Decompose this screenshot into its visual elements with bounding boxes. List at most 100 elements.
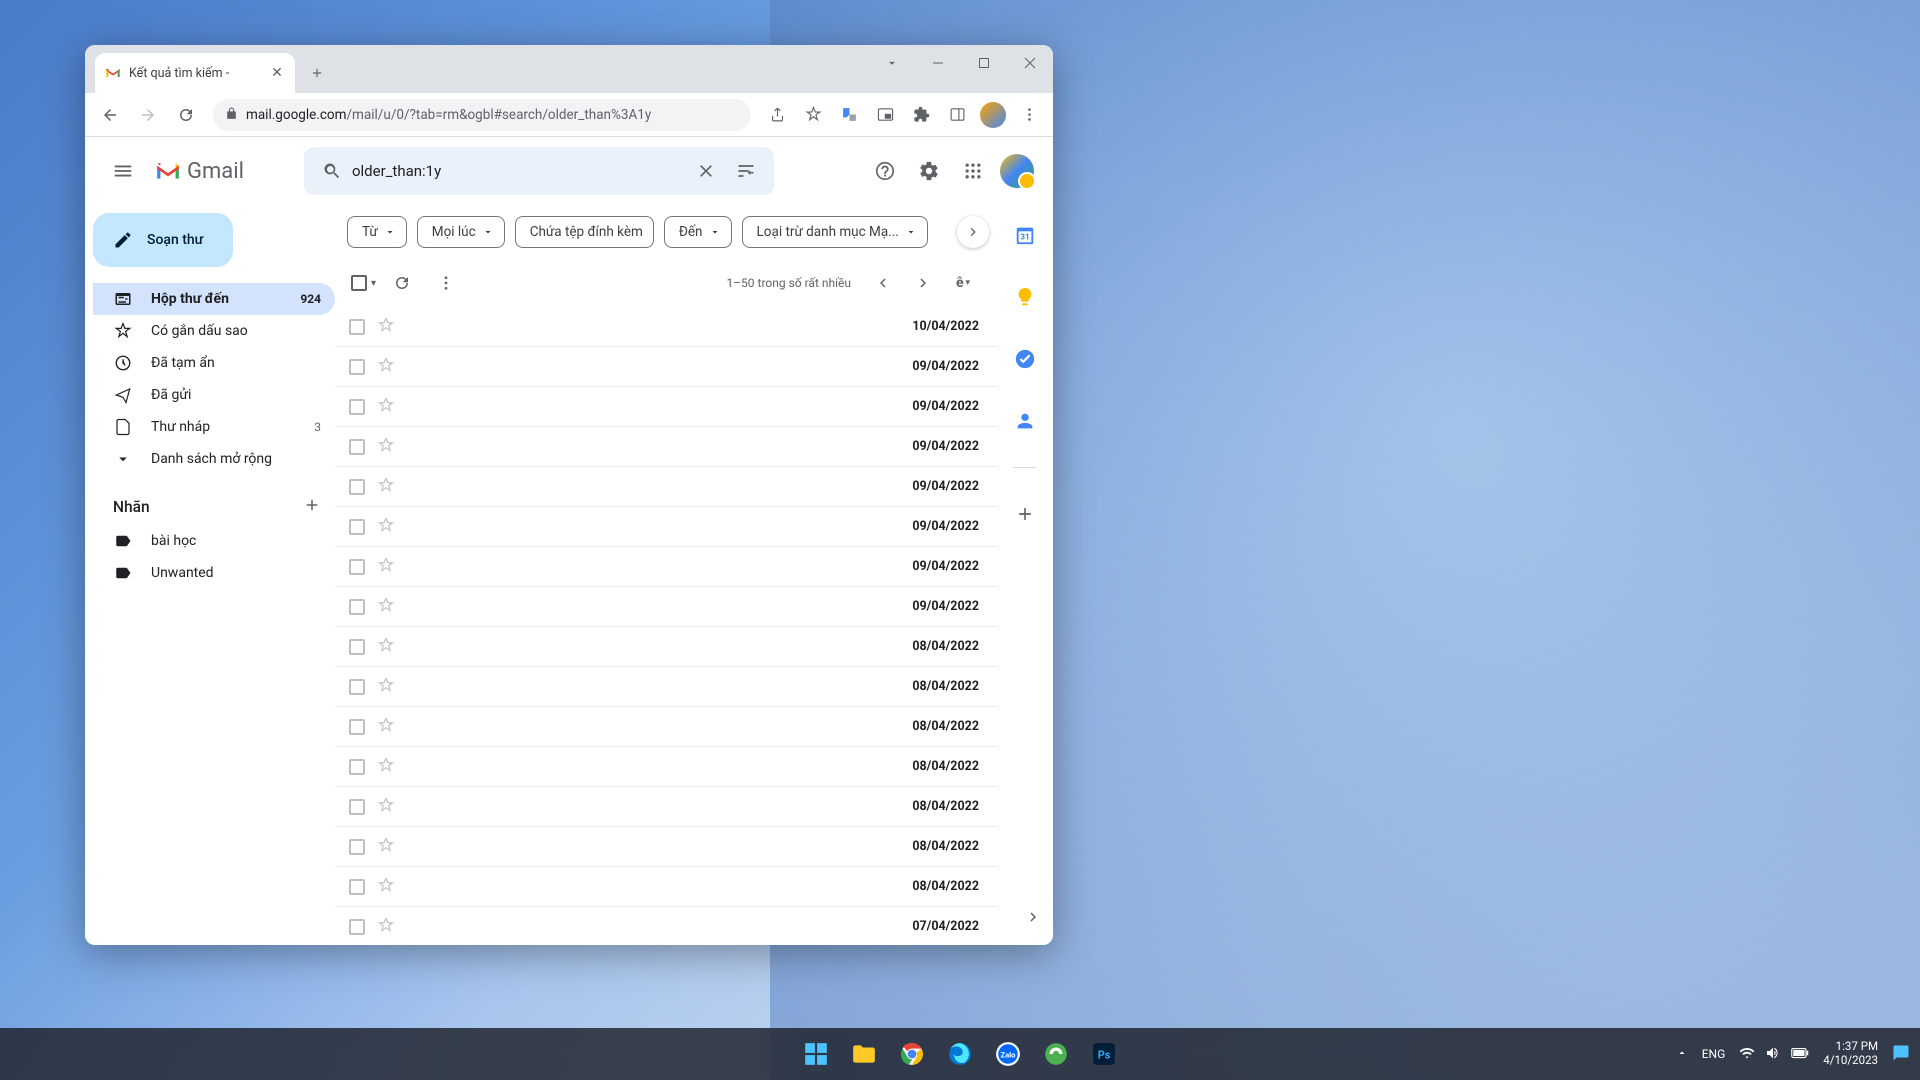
prev-page-button[interactable] <box>865 265 901 301</box>
search-box[interactable] <box>304 147 774 195</box>
star-icon[interactable] <box>377 316 395 338</box>
forward-button[interactable] <box>131 98 165 132</box>
email-row[interactable]: 08/04/2022 <box>335 867 997 907</box>
keep-icon[interactable] <box>1005 277 1045 317</box>
extensions-icon[interactable] <box>905 99 937 131</box>
tasks-icon[interactable] <box>1005 339 1045 379</box>
star-icon[interactable] <box>377 676 395 698</box>
tab-search-dropdown[interactable] <box>869 45 915 81</box>
email-row[interactable]: 09/04/2022 <box>335 587 997 627</box>
star-icon[interactable] <box>377 636 395 658</box>
email-row[interactable]: 08/04/2022 <box>335 707 997 747</box>
zalo-icon[interactable]: Zalo <box>987 1033 1029 1075</box>
email-row[interactable]: 09/04/2022 <box>335 387 997 427</box>
main-menu-button[interactable] <box>101 149 145 193</box>
filter-chip-3[interactable]: Đến <box>664 216 732 248</box>
clock[interactable]: 1:37 PM 4/10/2023 <box>1823 1040 1878 1068</box>
photoshop-icon[interactable]: Ps <box>1083 1033 1125 1075</box>
start-button[interactable] <box>795 1033 837 1075</box>
filter-scroll-right[interactable] <box>957 216 989 248</box>
email-row[interactable]: 08/04/2022 <box>335 747 997 787</box>
add-addon-icon[interactable] <box>1005 494 1045 534</box>
pip-icon[interactable] <box>869 99 901 131</box>
bookmark-icon[interactable] <box>797 99 829 131</box>
row-checkbox[interactable] <box>349 439 365 455</box>
star-icon[interactable] <box>377 876 395 898</box>
battery-icon[interactable] <box>1791 1047 1809 1062</box>
apps-icon[interactable] <box>953 151 993 191</box>
email-row[interactable]: 09/04/2022 <box>335 507 997 547</box>
search-clear-icon[interactable] <box>686 151 726 191</box>
sidepanel-icon[interactable] <box>941 99 973 131</box>
email-row[interactable]: 08/04/2022 <box>335 827 997 867</box>
tray-expand-icon[interactable] <box>1676 1047 1688 1062</box>
close-button[interactable] <box>1007 45 1053 81</box>
search-input[interactable] <box>352 162 686 180</box>
gmail-logo[interactable]: Gmail <box>155 159 244 184</box>
row-checkbox[interactable] <box>349 919 365 935</box>
row-checkbox[interactable] <box>349 799 365 815</box>
email-row[interactable]: 08/04/2022 <box>335 627 997 667</box>
input-tools-button[interactable]: ê▾ <box>945 265 981 301</box>
star-icon[interactable] <box>377 796 395 818</box>
star-icon[interactable] <box>377 516 395 538</box>
next-page-button[interactable] <box>905 265 941 301</box>
share-icon[interactable] <box>761 99 793 131</box>
calendar-icon[interactable]: 31 <box>1005 215 1045 255</box>
star-icon[interactable] <box>377 396 395 418</box>
email-row[interactable]: 08/04/2022 <box>335 667 997 707</box>
volume-icon[interactable] <box>1765 1045 1781 1064</box>
star-icon[interactable] <box>377 836 395 858</box>
settings-icon[interactable] <box>909 151 949 191</box>
select-dropdown-icon[interactable]: ▾ <box>371 278 376 289</box>
email-row[interactable]: 10/04/2022 <box>335 307 997 347</box>
filter-chip-1[interactable]: Mọi lúc <box>417 216 505 248</box>
row-checkbox[interactable] <box>349 359 365 375</box>
add-label-icon[interactable] <box>303 496 321 518</box>
email-row[interactable]: 09/04/2022 <box>335 427 997 467</box>
row-checkbox[interactable] <box>349 879 365 895</box>
star-icon[interactable] <box>377 556 395 578</box>
notification-icon[interactable] <box>1892 1044 1910 1065</box>
filter-chip-0[interactable]: Từ <box>347 216 407 248</box>
star-icon[interactable] <box>377 356 395 378</box>
filter-chip-2[interactable]: Chứa tệp đính kèm <box>515 216 654 248</box>
search-options-icon[interactable] <box>726 151 766 191</box>
row-checkbox[interactable] <box>349 719 365 735</box>
row-checkbox[interactable] <box>349 319 365 335</box>
row-checkbox[interactable] <box>349 759 365 775</box>
email-row[interactable]: 09/04/2022 <box>335 547 997 587</box>
app-icon[interactable] <box>1035 1033 1077 1075</box>
new-tab-button[interactable] <box>303 59 331 87</box>
compose-button[interactable]: Soạn thư <box>93 213 233 267</box>
sidebar-item-2[interactable]: Đã tạm ẩn <box>93 347 335 379</box>
label-item-0[interactable]: bài học <box>93 525 335 557</box>
translate-icon[interactable] <box>833 99 865 131</box>
language-indicator[interactable]: ENG <box>1702 1047 1726 1061</box>
row-checkbox[interactable] <box>349 519 365 535</box>
panel-collapse-icon[interactable] <box>1019 903 1047 931</box>
star-icon[interactable] <box>377 716 395 738</box>
more-button[interactable] <box>428 265 464 301</box>
contacts-icon[interactable] <box>1005 401 1045 441</box>
wifi-icon[interactable] <box>1739 1045 1755 1064</box>
minimize-button[interactable] <box>915 45 961 81</box>
row-checkbox[interactable] <box>349 639 365 655</box>
star-icon[interactable] <box>377 596 395 618</box>
tab-close-icon[interactable]: ✕ <box>269 65 285 81</box>
row-checkbox[interactable] <box>349 679 365 695</box>
back-button[interactable] <box>93 98 127 132</box>
star-icon[interactable] <box>377 756 395 778</box>
sidebar-item-0[interactable]: Hộp thư đến924 <box>93 283 335 315</box>
support-icon[interactable] <box>865 151 905 191</box>
email-row[interactable]: 08/04/2022 <box>335 787 997 827</box>
chrome-menu-icon[interactable] <box>1013 99 1045 131</box>
email-row[interactable]: 07/04/2022 <box>335 907 997 945</box>
edge-icon[interactable] <box>939 1033 981 1075</box>
sidebar-item-1[interactable]: Có gắn dấu sao <box>93 315 335 347</box>
row-checkbox[interactable] <box>349 479 365 495</box>
maximize-button[interactable] <box>961 45 1007 81</box>
sidebar-item-4[interactable]: Thư nháp3 <box>93 411 335 443</box>
file-explorer-icon[interactable] <box>843 1033 885 1075</box>
profile-avatar-small[interactable] <box>977 99 1009 131</box>
